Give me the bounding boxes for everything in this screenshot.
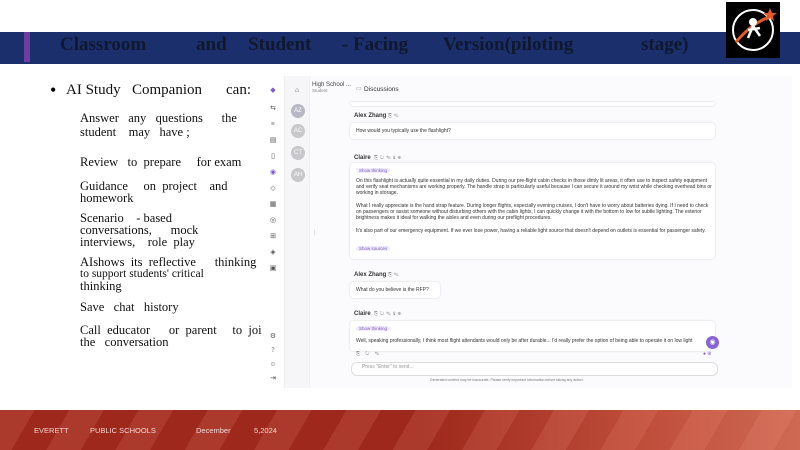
nav-icon[interactable]: ▯ [268,152,278,160]
avatar[interactable]: AZ [291,104,305,118]
nav-icon[interactable]: ▦ [268,200,278,208]
bullet-icon: • [50,80,57,100]
school-logo [726,2,780,58]
message-sender: Alex Zhang [354,113,387,119]
message-text: What do you believe is the RFP? [356,287,429,293]
slide-title-word-4: - Facing [342,34,408,55]
slide-title-word-1: Classroom [60,34,147,55]
show-thinking-chip[interactable]: Show thinking [356,168,391,173]
feature-line: student may have ; [80,125,190,139]
nav-icon[interactable]: ▣ [268,264,278,272]
breadcrumb: Discussions [364,86,399,93]
feature-item-reflective: AIshows its reflective thinking to suppo… [80,255,265,293]
slide-title-word-6: stage) [641,34,689,55]
bullet-heading-word-3: can: [226,82,251,98]
nav-icon[interactable]: ▤ [268,136,278,144]
sidebar-subtitle: Student [312,88,328,93]
feature-item-call-educator: Call educator or parent to join the conv… [80,324,268,349]
bullet-heading-word-1: AI Study [66,82,121,98]
feature-line: interviews, role play [80,235,195,249]
nav-icon[interactable]: ⊞ [268,232,278,240]
title-accent-bar [24,32,30,62]
message-actions-icon[interactable]: ⎘↻✎⇪⊕ [374,155,403,161]
feature-item-scenario: Scenario - based conversations, mock int… [80,212,255,249]
avatar[interactable]: CT [291,146,305,160]
feature-item-answer: Answer any questions the student may hav… [80,111,255,139]
feature-line: homework [80,191,134,205]
help-icon[interactable]: ? [268,346,278,354]
footer-org: PUBLIC SCHOOLS [90,426,156,435]
message-actions-icon[interactable]: ⎘↻✎⇪⊕ [374,311,403,317]
show-thinking-chip[interactable]: Show thinking [356,326,391,331]
slide-title-word-5: Version(piloting [443,34,574,55]
home-icon[interactable]: ⌂ [292,86,302,94]
nav-icon[interactable]: ◇ [268,184,278,192]
nav-icon[interactable]: ◎ [268,216,278,224]
feature-line: Answer any questions the [80,111,237,125]
sidebar-header: High School ... Student [312,82,352,93]
logout-icon[interactable]: ⇥ [268,374,278,382]
reaction-icons[interactable]: ⎘ ↻ ✎ [356,351,381,357]
bullet-heading-word-2: Companion [132,82,202,98]
feature-line: thinking [80,279,122,293]
avatar[interactable]: AC [291,124,305,138]
chat-message [350,321,715,351]
message-text: How would you typically use the flashlig… [356,128,451,134]
message-sender: Claire [354,311,371,317]
chat-icon[interactable]: ◉ [268,168,278,176]
avatar[interactable]: AH [291,168,305,182]
footer-gradient [420,410,800,450]
message-text: On this flashlight is actually quite ess… [356,178,712,196]
message-text: Well, speaking professionally, I think m… [356,338,693,344]
feature-line: AIshows its reflective thinking [80,255,257,269]
resize-handle[interactable]: | [314,230,315,236]
footer-date: 5,2024 [254,426,277,435]
nav-icon[interactable]: ⇆ [268,104,278,112]
message-text: What I really appreciate is the hand str… [356,203,709,221]
nav-icon[interactable]: ◈ [268,248,278,256]
stop-generation-button[interactable]: ◉ [706,336,719,349]
feature-item-review: Review to prepare for exam [80,155,255,169]
footer-month: December [196,426,231,435]
feature-item-save-history: Save chat history [80,300,255,314]
nav-icon[interactable]: ≡ [268,120,278,128]
app-avatar-rail [285,76,310,388]
user-icon[interactable]: ☺ [268,360,278,368]
scrolled-card [350,102,715,106]
message-input-placeholder: Press "Enter" to send... [362,364,414,370]
show-sources-chip[interactable]: Show sources [356,246,391,251]
feature-item-guidance: Guidance on project and homework [80,180,255,205]
message-sender: Alex Zhang [354,272,387,278]
sidebar-toggle-icon[interactable]: ▭ [356,85,362,92]
message-actions-icon[interactable]: ⎘✎ [388,272,401,278]
slide-title-word-3: Student [248,34,312,55]
feature-line: the conversation [80,335,169,349]
disclaimer-text: Generated content may be inaccurate. Ple… [430,378,584,382]
slide-title-word-2: and [196,34,227,55]
settings-icon[interactable]: ⚙ [268,332,278,340]
app-logo-icon[interactable]: ◆ [268,86,278,94]
message-sender: Claire [354,155,371,161]
message-actions-icon[interactable]: ⎘✎ [388,113,401,119]
feature-line: Review to prepare for exam [80,155,242,169]
footer-org: EVERETT [34,426,69,435]
mic-icon[interactable]: ● ⊕ [703,351,711,357]
feature-line: Save chat history [80,300,179,314]
message-text: It's also part of our emergency equipmen… [356,228,706,234]
